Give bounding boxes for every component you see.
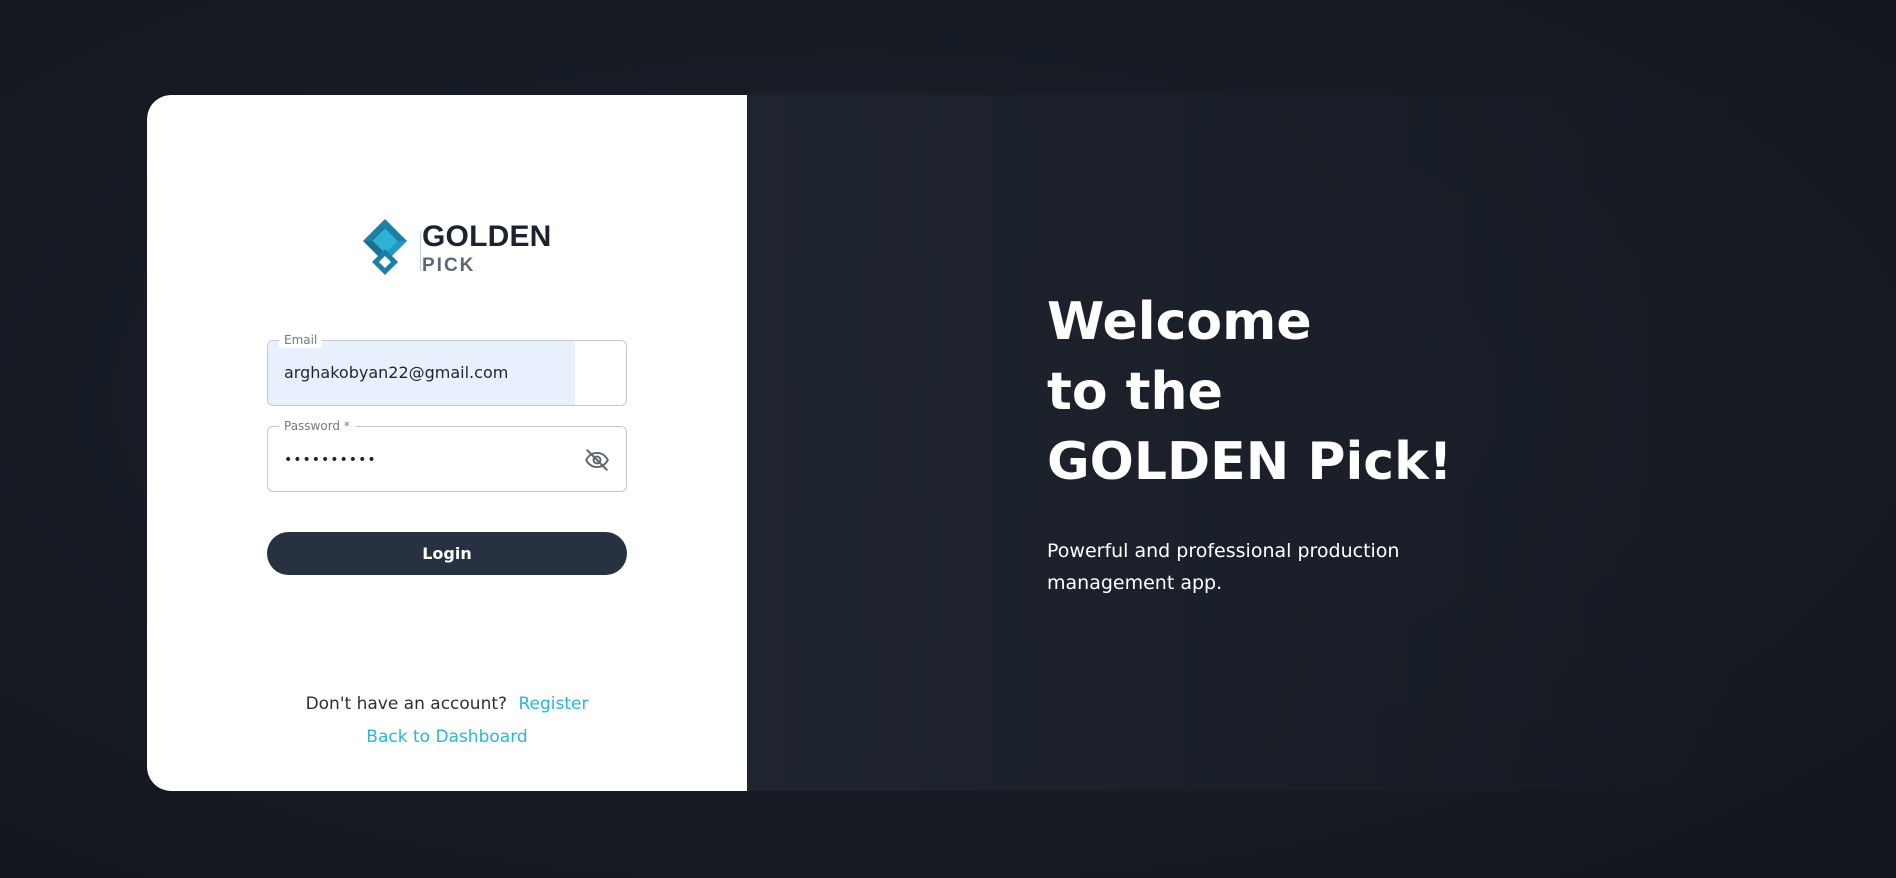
password-label: Password *	[279, 418, 355, 434]
back-to-dashboard-link[interactable]: Back to Dashboard	[366, 727, 527, 747]
login-panel: GOLDEN PICK Email arghakobyan22@gmail.co…	[147, 95, 747, 791]
register-prompt: Don't have an account? Register	[147, 694, 747, 714]
hero-panel: Welcome to the GOLDEN Pick! Powerful and…	[747, 95, 1735, 791]
login-button[interactable]: Login	[267, 532, 627, 575]
hero-tagline: Powerful and professional production man…	[1047, 540, 1400, 594]
password-input[interactable]: ••••••••••	[284, 450, 377, 470]
welcome-line-2: to the	[1047, 362, 1223, 422]
password-field[interactable]: Password * ••••••••••	[267, 418, 627, 492]
email-input[interactable]: arghakobyan22@gmail.com	[284, 363, 508, 383]
brand-logo: GOLDEN PICK	[354, 217, 552, 279]
email-label: Email	[279, 332, 323, 348]
welcome-line-3: GOLDEN Pick!	[1047, 432, 1453, 492]
eye-off-icon[interactable]	[584, 447, 610, 473]
logo-text: GOLDEN PICK	[422, 219, 552, 276]
back-row: Back to Dashboard	[147, 727, 747, 747]
no-account-text: Don't have an account?	[305, 694, 508, 714]
login-card: GOLDEN PICK Email arghakobyan22@gmail.co…	[147, 95, 1735, 791]
logo-subtitle: PICK	[422, 254, 476, 276]
email-field[interactable]: Email arghakobyan22@gmail.com	[267, 332, 627, 406]
golden-pick-logo-icon	[363, 219, 407, 275]
welcome-line-1: Welcome	[1047, 292, 1312, 352]
welcome-heading: Welcome to the GOLDEN Pick!	[1047, 287, 1452, 497]
register-link[interactable]: Register	[518, 694, 588, 714]
logo-divider	[420, 231, 421, 271]
logo-title: GOLDEN	[422, 219, 552, 253]
